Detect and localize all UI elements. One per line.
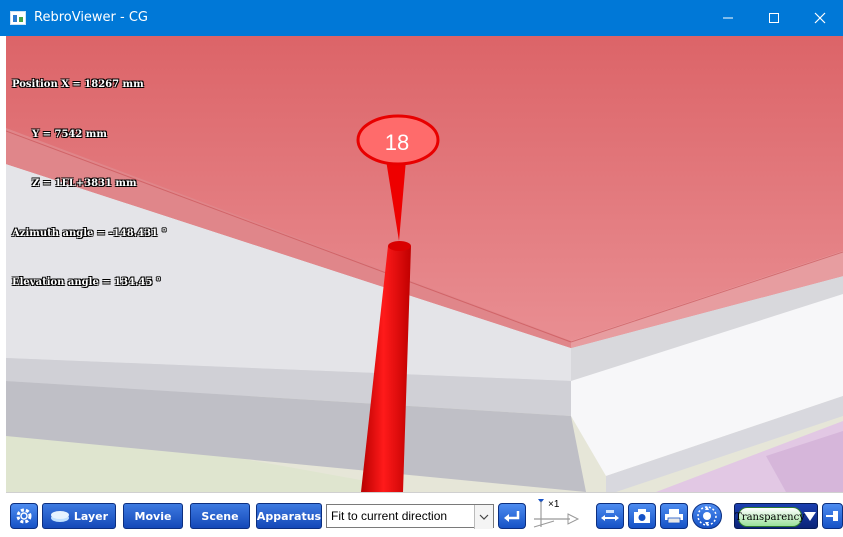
scene-label: Scene (201, 509, 239, 523)
view-direction-select[interactable]: Fit to current direction (326, 504, 494, 529)
camera-icon (634, 509, 650, 523)
chevron-down-icon (474, 505, 493, 529)
transparency-dropdown[interactable]: Transparency (734, 503, 818, 529)
position-y: Y = 7542 mm (32, 128, 107, 140)
enter-button[interactable] (498, 503, 526, 529)
pin-button[interactable] (822, 503, 843, 529)
3d-viewport[interactable]: 18 Position X = 18267 mm Y = 7542 mm Z =… (6, 36, 843, 492)
title-bar: RebroViewer - CG (0, 0, 843, 36)
close-icon (814, 12, 826, 24)
gear-icon (16, 508, 32, 524)
position-overlay: Position X = 18267 mm Y = 7542 mm Z = 1F… (12, 44, 167, 325)
position-x: Position X = 18267 mm (12, 79, 144, 90)
marker-label: 18 (385, 130, 409, 155)
fit-button[interactable] (596, 503, 624, 529)
azimuth-angle: Azimuth angle = -148.431 ° (12, 227, 167, 239)
elevation-angle: Elevation angle = 134.45 ° (12, 277, 161, 288)
layer-label: Layer (73, 509, 109, 523)
movie-button[interactable]: Movie (123, 503, 183, 529)
speed-control[interactable]: ×1 (530, 499, 580, 529)
settings-button[interactable] (10, 503, 38, 529)
window-title: RebroViewer - CG (34, 10, 149, 25)
chevron-down-icon (804, 512, 816, 521)
position-z: Z = 1FL+3831 mm (32, 178, 137, 189)
view-direction-value: Fit to current direction (331, 509, 448, 523)
print-button[interactable] (660, 503, 688, 529)
speed-label: ×1 (548, 499, 560, 510)
app-icon (10, 11, 26, 25)
minimize-button[interactable] (705, 0, 751, 36)
transparency-label: Transparency (735, 507, 805, 527)
scene-button[interactable]: Scene (190, 503, 250, 529)
bottom-toolbar: Layer Movie Scene Apparatus Fit to curre… (6, 492, 843, 537)
print-icon (665, 509, 683, 524)
minimize-icon (723, 17, 733, 19)
walkthrough-button[interactable] (692, 503, 722, 529)
layer-button[interactable]: Layer (42, 503, 116, 529)
layer-icon (50, 511, 69, 522)
movie-label: Movie (134, 509, 172, 523)
maximize-button[interactable] (751, 0, 797, 36)
fit-icon (601, 510, 619, 521)
maximize-icon (769, 13, 779, 23)
apparatus-button[interactable]: Apparatus (256, 503, 322, 529)
walk-icon (697, 506, 717, 526)
close-button[interactable] (797, 0, 843, 36)
pin-icon (825, 511, 838, 521)
screenshot-button[interactable] (628, 503, 656, 529)
enter-icon (504, 511, 520, 522)
apparatus-label: Apparatus (256, 509, 322, 523)
